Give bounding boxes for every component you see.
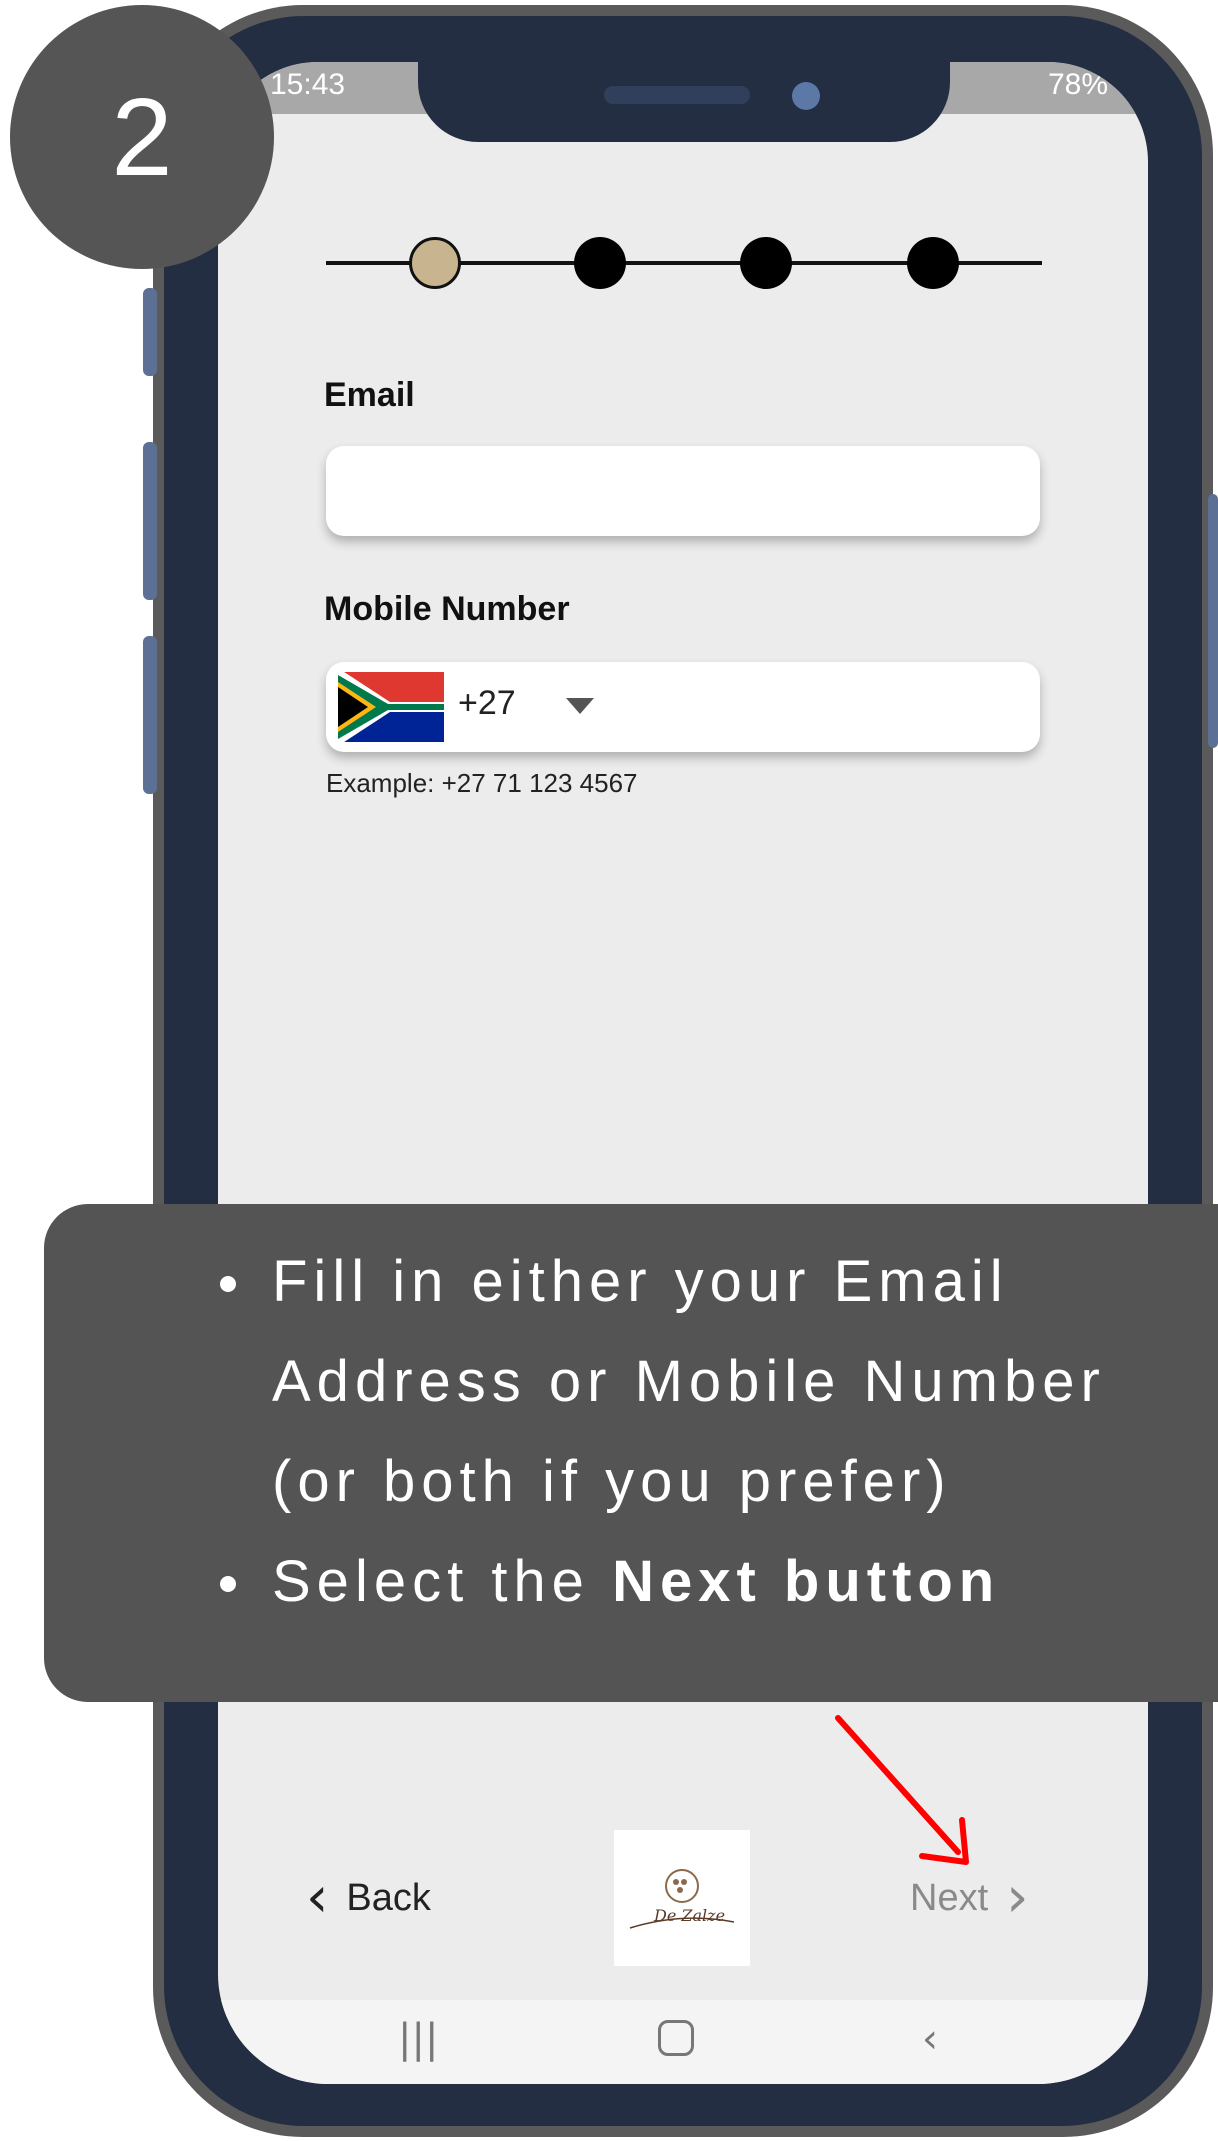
camera-icon [792,82,820,110]
step-2-dot [574,237,626,289]
estate-logo-icon [629,1869,735,1929]
back-label: Back [346,1876,431,1919]
step-number-badge: 2 [10,5,274,269]
status-battery: 78% [1047,68,1108,101]
logo-text: De Zalze [654,1906,726,1925]
speaker-icon [604,86,750,104]
mobile-label: Mobile Number [324,590,570,628]
next-label: Next [910,1876,989,1919]
phone-notch [418,62,950,142]
mobile-number-field[interactable]: +27 [326,662,1040,752]
side-button [1208,494,1218,748]
instruction-bullet-2: Select the Next button [220,1532,1210,1632]
side-button [143,442,157,600]
back-nav-icon[interactable]: ‹ [922,2016,938,2062]
instruction-bullet-2-prefix: Select the [272,1549,613,1614]
next-button[interactable]: Next › [910,1870,1047,1926]
chevron-down-icon[interactable] [566,698,594,714]
instruction-bullet-2-bold: Next button [612,1549,1001,1614]
step-1-dot [409,237,461,289]
country-code[interactable]: +27 [458,684,516,723]
phone-screen: 15:43 78% Email Mobile Number +27 Exampl… [218,62,1148,2084]
red-arrow-icon [835,1715,969,1865]
back-button[interactable]: ‹ Back [288,1870,431,1926]
mobile-hint: Example: +27 71 123 4567 [326,768,638,798]
logo: De Zalze [614,1830,750,1966]
south-africa-flag-icon[interactable] [338,672,444,742]
email-label: Email [324,376,415,414]
system-nav-bar: ||| ‹ [218,2000,1148,2084]
instruction-bullet-1: Fill in either your Email Address or Mob… [220,1232,1210,1532]
step-4-dot [907,237,959,289]
side-button [143,288,157,376]
recent-apps-icon[interactable]: ||| [398,2016,438,2062]
chevron-right-icon: › [1006,1865,1029,1930]
instruction-list: Fill in either your Email Address or Mob… [220,1232,1210,1632]
step-3-dot [740,237,792,289]
instruction-panel: Fill in either your Email Address or Mob… [44,1204,1218,1702]
home-icon[interactable] [658,2020,694,2056]
email-input[interactable] [326,446,1040,536]
chevron-left-icon: ‹ [306,1865,329,1930]
side-button [143,636,157,794]
status-time: 15:43 [270,68,346,101]
